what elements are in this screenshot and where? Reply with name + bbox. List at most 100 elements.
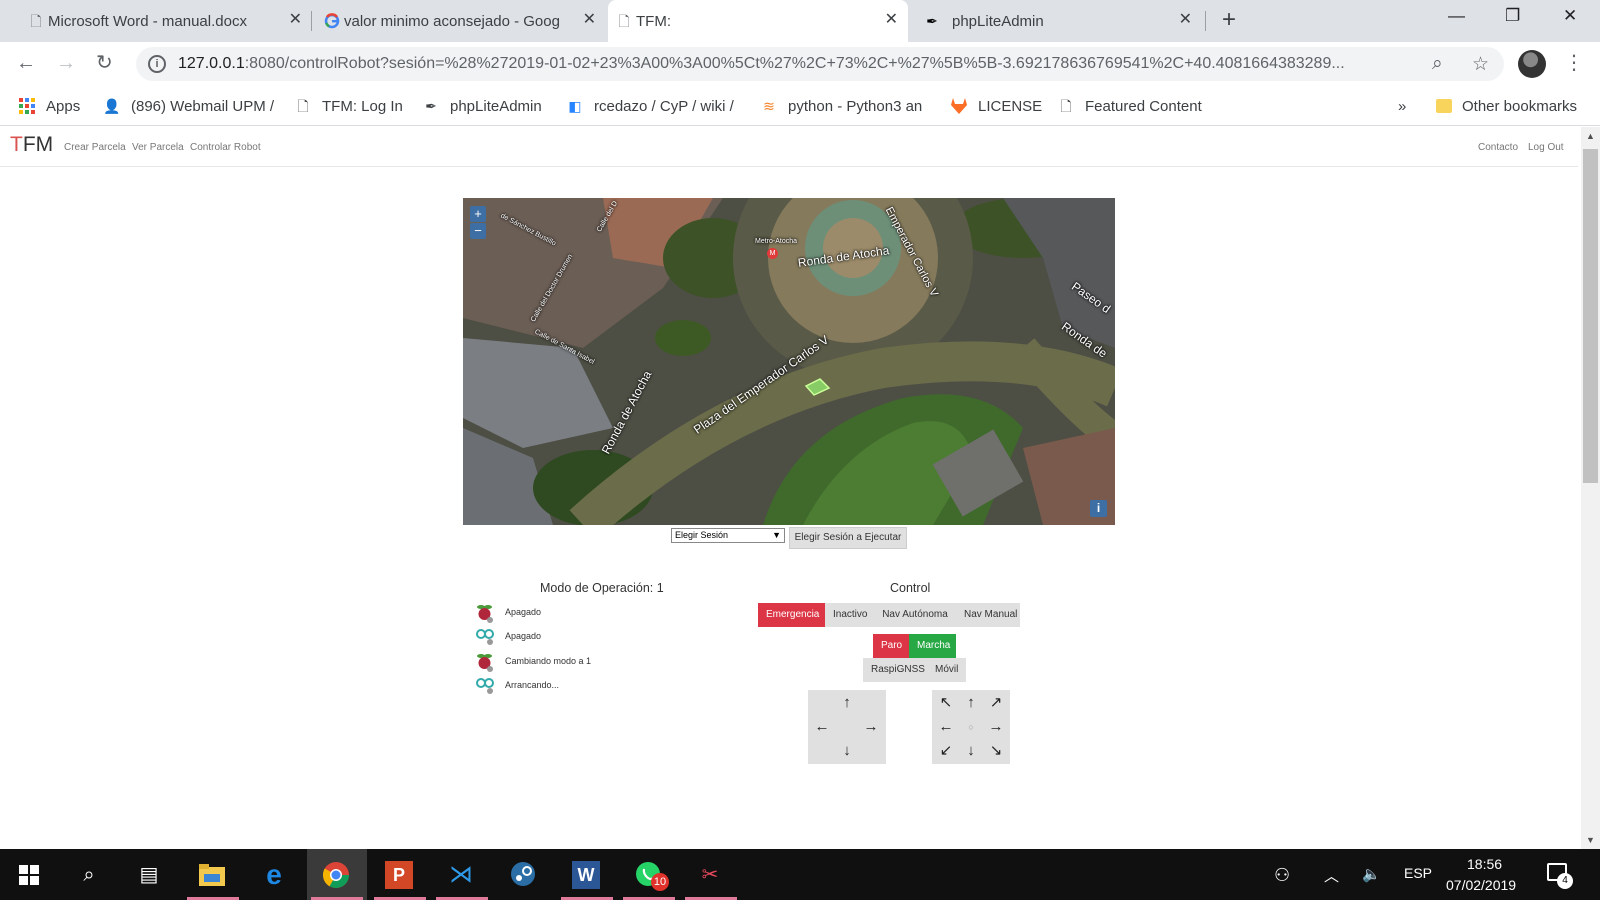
chrome-button[interactable]: [307, 849, 367, 900]
star-icon[interactable]: ☆: [1472, 53, 1489, 76]
address-bar[interactable]: i 127.0.0.1:8080/controlRobot?sesión=%28…: [136, 47, 1504, 81]
forward-button[interactable]: →: [56, 52, 76, 74]
nav-autonomous-button[interactable]: Nav Autónoma: [874, 603, 956, 627]
status-text: Cambiando modo a 1: [505, 656, 592, 666]
nav-contacto[interactable]: Contacto: [1478, 142, 1518, 153]
other-bookmarks[interactable]: Other bookmarks: [1436, 95, 1577, 117]
steam-button[interactable]: [494, 849, 554, 900]
windows-logo-icon: [15, 861, 43, 889]
mobile-button[interactable]: Móvil: [927, 658, 966, 682]
volume-icon[interactable]: 🔈: [1362, 865, 1381, 883]
bookmark-license[interactable]: LICENSE: [950, 95, 1042, 117]
arrow-down-right-button[interactable]: ↘: [983, 739, 1009, 763]
status-text: Apagado: [505, 607, 542, 617]
inactive-button[interactable]: Inactivo: [825, 603, 874, 627]
profile-avatar[interactable]: [1518, 50, 1546, 78]
tab-word[interactable]: 🗋 Microsoft Word - manual.docx ✕: [20, 0, 312, 42]
people-icon[interactable]: ⚇: [1274, 865, 1290, 886]
bookmark-apps[interactable]: Apps: [18, 95, 80, 117]
clock-date[interactable]: 07/02/2019: [1446, 877, 1516, 893]
bookmark-label: Other bookmarks: [1462, 97, 1578, 115]
map-zoom-out-button[interactable]: −: [470, 223, 486, 239]
bookmark-featured[interactable]: 🗋 Featured Content: [1057, 95, 1201, 117]
nav-controlar-robot[interactable]: Controlar Robot: [190, 142, 261, 153]
clock-time[interactable]: 18:56: [1467, 856, 1502, 872]
scroll-thumb[interactable]: [1583, 149, 1598, 483]
bookmark-phpliteadmin[interactable]: ✒ phpLiteAdmin: [422, 95, 542, 117]
bookmark-tfm-login[interactable]: 🗋 TFM: Log In: [294, 95, 403, 117]
bookmark-label: LICENSE: [978, 97, 1043, 115]
vscode-button[interactable]: ⋊: [432, 849, 492, 900]
tray-chevron-icon[interactable]: ︿: [1324, 865, 1339, 886]
center-button[interactable]: ○: [958, 715, 984, 739]
nav-ver-parcela[interactable]: Ver Parcela: [132, 142, 184, 153]
execute-session-button[interactable]: Elegir Sesión a Ejecutar: [789, 527, 907, 549]
restore-button[interactable]: ❐: [1505, 6, 1520, 26]
arrow-up-left-button[interactable]: ↖: [933, 691, 959, 715]
nav-manual-button[interactable]: Nav Manual: [956, 603, 1020, 627]
tab-google[interactable]: valor minimo aconsejado - Goog ✕: [316, 0, 606, 42]
close-icon[interactable]: ✕: [1179, 12, 1192, 28]
close-icon[interactable]: ✕: [583, 12, 596, 28]
scroll-up-arrow[interactable]: ▲: [1586, 131, 1595, 141]
arrow-down-left-button[interactable]: ↙: [933, 739, 959, 763]
new-tab-button[interactable]: +: [1222, 8, 1236, 32]
word-button[interactable]: W: [557, 849, 617, 900]
bookmarks-overflow-button[interactable]: »: [1398, 95, 1406, 117]
bookmark-bitbucket[interactable]: ◧ rcedazo / CyP / wiki /: [566, 95, 736, 117]
close-icon[interactable]: ✕: [289, 12, 302, 28]
back-button[interactable]: ←: [16, 52, 36, 74]
map-info-button[interactable]: i: [1090, 500, 1107, 517]
whatsapp-button[interactable]: 10: [619, 849, 679, 900]
status-text: Apagado: [505, 631, 542, 641]
start-button[interactable]: Marcha: [909, 634, 956, 658]
arrow-left-button[interactable]: ←: [809, 715, 835, 739]
arrow-down-button[interactable]: ↓: [834, 739, 860, 763]
language-indicator[interactable]: ESP: [1404, 865, 1432, 881]
robot-link-icon: [476, 677, 494, 697]
file-explorer-button[interactable]: [183, 849, 243, 900]
info-icon[interactable]: i: [148, 55, 166, 73]
arrow-up-button[interactable]: ↑: [834, 691, 860, 715]
session-select[interactable]: Elegir Sesión ▼: [671, 528, 785, 543]
page-scrollbar[interactable]: ▲ ▼: [1581, 127, 1600, 849]
emergency-button[interactable]: Emergencia: [758, 603, 825, 627]
arrow-up-button[interactable]: ↑: [958, 691, 984, 715]
map-zoom-in-button[interactable]: +: [470, 206, 486, 222]
powerpoint-button[interactable]: P: [370, 849, 430, 900]
raspignss-button[interactable]: RaspiGNSS: [863, 658, 927, 682]
edge-button[interactable]: e: [245, 849, 305, 900]
satellite-map[interactable]: + − i Ronda de Atocha Emperador Carlos V…: [463, 198, 1115, 525]
arrow-left-button[interactable]: ←: [933, 715, 959, 739]
zoom-icon[interactable]: ⌕: [1432, 53, 1443, 75]
minimize-button[interactable]: —: [1448, 6, 1465, 26]
tab-title: valor minimo aconsejado - Goog: [344, 12, 560, 30]
scroll-down-arrow[interactable]: ▼: [1586, 835, 1595, 845]
search-icon: ⌕: [83, 864, 95, 886]
task-view-button[interactable]: ▤: [120, 849, 180, 900]
arrow-down-button[interactable]: ↓: [958, 739, 984, 763]
tab-phpliteadmin[interactable]: ✒ phpLiteAdmin ✕: [910, 0, 1202, 42]
tab-tfm[interactable]: 🗋 TFM: ✕: [608, 0, 908, 42]
stop-button[interactable]: Paro: [873, 634, 909, 658]
arrow-up-right-button[interactable]: ↗: [983, 691, 1009, 715]
nav-crear-parcela[interactable]: Crear Parcela: [64, 142, 126, 153]
bookmark-webmail[interactable]: 👤 (896) Webmail UPM /: [103, 95, 275, 117]
snipping-tool-button[interactable]: ✂: [681, 849, 741, 900]
control-title: Control: [890, 581, 931, 595]
start-button[interactable]: [0, 849, 60, 900]
nav-logout[interactable]: Log Out: [1528, 142, 1564, 153]
action-center-button[interactable]: 4: [1545, 861, 1573, 889]
arrow-right-button[interactable]: →: [858, 715, 884, 739]
mode-button-group: Emergencia Inactivo Nav Autónoma Nav Man…: [758, 603, 1020, 627]
reload-button[interactable]: ↻: [96, 52, 113, 74]
bookmark-stackoverflow[interactable]: ≋ python - Python3 an: [760, 95, 932, 117]
close-icon[interactable]: ✕: [885, 12, 898, 28]
folder-icon: [198, 861, 226, 889]
search-button[interactable]: ⌕: [60, 849, 120, 900]
arrow-right-button[interactable]: →: [983, 715, 1009, 739]
page-icon: 🗋: [30, 13, 42, 29]
brand-logo[interactable]: TFM: [10, 133, 53, 157]
menu-icon[interactable]: ⋮: [1564, 50, 1584, 75]
close-window-button[interactable]: ✕: [1563, 6, 1577, 26]
